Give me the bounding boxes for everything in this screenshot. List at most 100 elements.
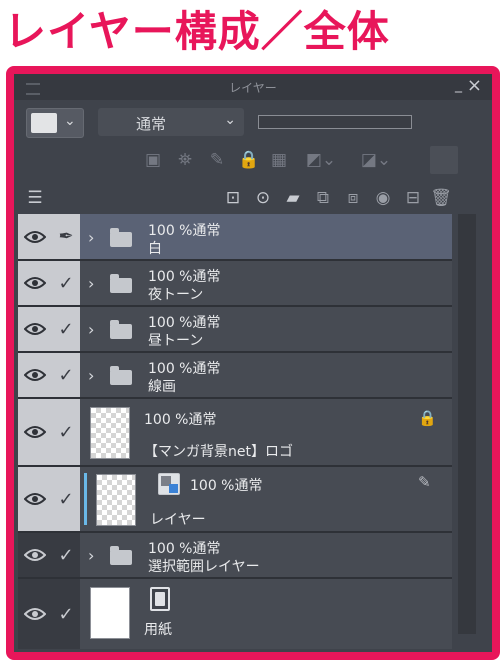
- layer-panel-frame: レイヤー _ × ⌄ 通常 ⌄ ▣ ⛯ ✎ 🔒 ▦ ◩⌄ ◪⌄ ☰ ⊡ ⊙ ▰ …: [6, 66, 500, 660]
- layer-row-main[interactable]: 用紙: [80, 579, 452, 649]
- layer-color-button[interactable]: ⌄: [26, 108, 84, 138]
- layer-name: 線画: [148, 379, 176, 395]
- chevron-right-icon[interactable]: ›: [88, 366, 94, 385]
- edit-pen-icon[interactable]: ✒: [52, 214, 80, 259]
- folder-icon: [110, 366, 132, 385]
- layer-row[interactable]: ✓ › 100 %通常 選択範囲レイヤー: [18, 533, 452, 579]
- mask-menu-icon[interactable]: ◩⌄: [300, 146, 342, 174]
- panel-title: レイヤー: [229, 81, 277, 95]
- layer-row-main[interactable]: 100 %通常 レイヤー ✎: [80, 467, 452, 531]
- layer-opacity-mode: 100 %通常: [148, 269, 221, 285]
- transfer-down-icon[interactable]: ⧉: [310, 184, 336, 212]
- layer-menu-icon[interactable]: ☰: [22, 184, 48, 212]
- opacity-slider[interactable]: [258, 115, 412, 129]
- layer-thumbnail: [96, 474, 136, 526]
- layer-name: 夜トーン: [148, 287, 204, 303]
- check-icon[interactable]: ✓: [52, 467, 80, 531]
- chevron-right-icon[interactable]: ›: [88, 274, 94, 293]
- layer-thumbnail: [90, 587, 130, 639]
- folder-icon: [110, 228, 132, 247]
- draft-icon: ✎: [418, 473, 431, 491]
- layer-opacity-mode: 100 %通常: [148, 315, 221, 331]
- close-button[interactable]: ×: [467, 75, 482, 96]
- layer-opacity-mode: 100 %通常: [144, 412, 217, 428]
- layer-opacity-mode: 100 %通常: [148, 541, 221, 557]
- layer-row[interactable]: ✓ 用紙: [18, 579, 452, 649]
- layer-opacity-mode: 100 %通常: [190, 478, 263, 494]
- paper-icon: [150, 587, 170, 611]
- layer-row-main[interactable]: › 100 %通常 昼トーン: [80, 307, 452, 351]
- layer-row-main[interactable]: › 100 %通常 夜トーン: [80, 261, 452, 305]
- create-mask-icon[interactable]: ◉: [370, 184, 396, 212]
- visibility-eye-icon[interactable]: [18, 399, 53, 465]
- layer-row-main[interactable]: 100 %通常 【マンガ背景net】ロゴ 🔒: [80, 399, 452, 465]
- visibility-eye-icon[interactable]: [18, 261, 53, 305]
- layer-name: 用紙: [144, 622, 172, 638]
- apply-mask-icon[interactable]: ⊟: [400, 184, 426, 212]
- check-icon[interactable]: ✓: [52, 399, 80, 465]
- layer-opacity-mode: 100 %通常: [148, 223, 221, 239]
- check-icon[interactable]: ✓: [52, 261, 80, 305]
- folder-icon: [110, 320, 132, 339]
- layer-name: 選択範囲レイヤー: [148, 559, 260, 575]
- active-layer-indicator: [84, 473, 87, 525]
- layer-property-icon: [158, 473, 180, 495]
- blend-mode-value: 通常: [136, 115, 167, 133]
- layer-opacity-mode: 100 %通常: [148, 361, 221, 377]
- draft-layer-icon[interactable]: ✎: [204, 146, 230, 174]
- check-icon[interactable]: ✓: [52, 533, 80, 577]
- layer-row[interactable]: ✓ › 100 %通常 昼トーン: [18, 307, 452, 353]
- chevron-down-icon: ⌄: [224, 112, 236, 128]
- layer-row[interactable]: ✓ › 100 %通常 線画: [18, 353, 452, 399]
- layer-row[interactable]: ✒ › 100 %通常 白: [18, 214, 452, 261]
- lock-icon: 🔒: [418, 409, 437, 427]
- blend-mode-select[interactable]: 通常 ⌄: [98, 108, 244, 136]
- chevron-right-icon[interactable]: ›: [88, 546, 94, 565]
- layer-row[interactable]: ✓ › 100 %通常 夜トーン: [18, 261, 452, 307]
- ruler-menu-icon[interactable]: ◪⌄: [354, 146, 398, 174]
- layer-name: 【マンガ背景net】ロゴ: [144, 444, 293, 460]
- folder-icon: [110, 546, 132, 565]
- page-heading: レイヤー構成／全体: [4, 7, 390, 56]
- lock-transparency-icon[interactable]: ▦: [266, 146, 292, 174]
- layer-panel: レイヤー _ × ⌄ 通常 ⌄ ▣ ⛯ ✎ 🔒 ▦ ◩⌄ ◪⌄ ☰ ⊡ ⊙ ▰ …: [14, 74, 492, 652]
- new-vector-layer-icon[interactable]: ⊙: [250, 184, 276, 212]
- layer-list: ✒ › 100 %通常 白 ✓ › 100 %通常 夜トーン ✓ › 100 %…: [18, 214, 452, 649]
- clip-layer-icon[interactable]: ▣: [140, 146, 166, 174]
- visibility-eye-icon[interactable]: [18, 353, 53, 397]
- chevron-down-icon: ⌄: [64, 113, 76, 129]
- merge-down-icon[interactable]: ⧈: [340, 184, 366, 212]
- layer-thumbnail: [90, 407, 130, 459]
- check-icon[interactable]: ✓: [52, 579, 80, 649]
- layer-name: 白: [148, 241, 162, 257]
- visibility-eye-icon[interactable]: [18, 214, 53, 259]
- visibility-eye-icon[interactable]: [18, 579, 53, 649]
- layer-row-main[interactable]: › 100 %通常 白: [80, 214, 452, 259]
- new-folder-icon[interactable]: ▰: [280, 184, 306, 212]
- delete-layer-icon[interactable]: 🗑: [428, 184, 454, 212]
- panel-titlebar[interactable]: レイヤー _ ×: [14, 74, 492, 100]
- layer-row[interactable]: ✓ 100 %通常 レイヤー ✎: [18, 467, 452, 533]
- layer-row-main[interactable]: › 100 %通常 線画: [80, 353, 452, 397]
- check-icon[interactable]: ✓: [52, 307, 80, 351]
- chevron-right-icon[interactable]: ›: [88, 228, 94, 247]
- new-raster-layer-icon[interactable]: ⊡: [220, 184, 246, 212]
- blend-toolbar: ⌄ 通常 ⌄: [14, 102, 492, 138]
- palette-color-button[interactable]: [430, 146, 458, 174]
- minimize-button[interactable]: _: [455, 77, 462, 93]
- layer-list-scrollbar[interactable]: [458, 214, 476, 634]
- layer-action-toolbar: ☰ ⊡ ⊙ ▰ ⧉ ⧈ ◉ ⊟ 🗑: [14, 180, 492, 216]
- lock-layer-icon[interactable]: 🔒: [236, 146, 262, 174]
- layer-row-main[interactable]: › 100 %通常 選択範囲レイヤー: [80, 533, 452, 577]
- layer-color-swatch: [31, 113, 57, 133]
- layer-name: 昼トーン: [148, 333, 204, 349]
- check-icon[interactable]: ✓: [52, 353, 80, 397]
- layer-name: レイヤー: [150, 512, 206, 528]
- folder-icon: [110, 274, 132, 293]
- chevron-right-icon[interactable]: ›: [88, 320, 94, 339]
- visibility-eye-icon[interactable]: [18, 467, 53, 531]
- reference-layer-icon[interactable]: ⛯: [172, 146, 198, 174]
- visibility-eye-icon[interactable]: [18, 307, 53, 351]
- visibility-eye-icon[interactable]: [18, 533, 53, 577]
- layer-row[interactable]: ✓ 100 %通常 【マンガ背景net】ロゴ 🔒: [18, 399, 452, 467]
